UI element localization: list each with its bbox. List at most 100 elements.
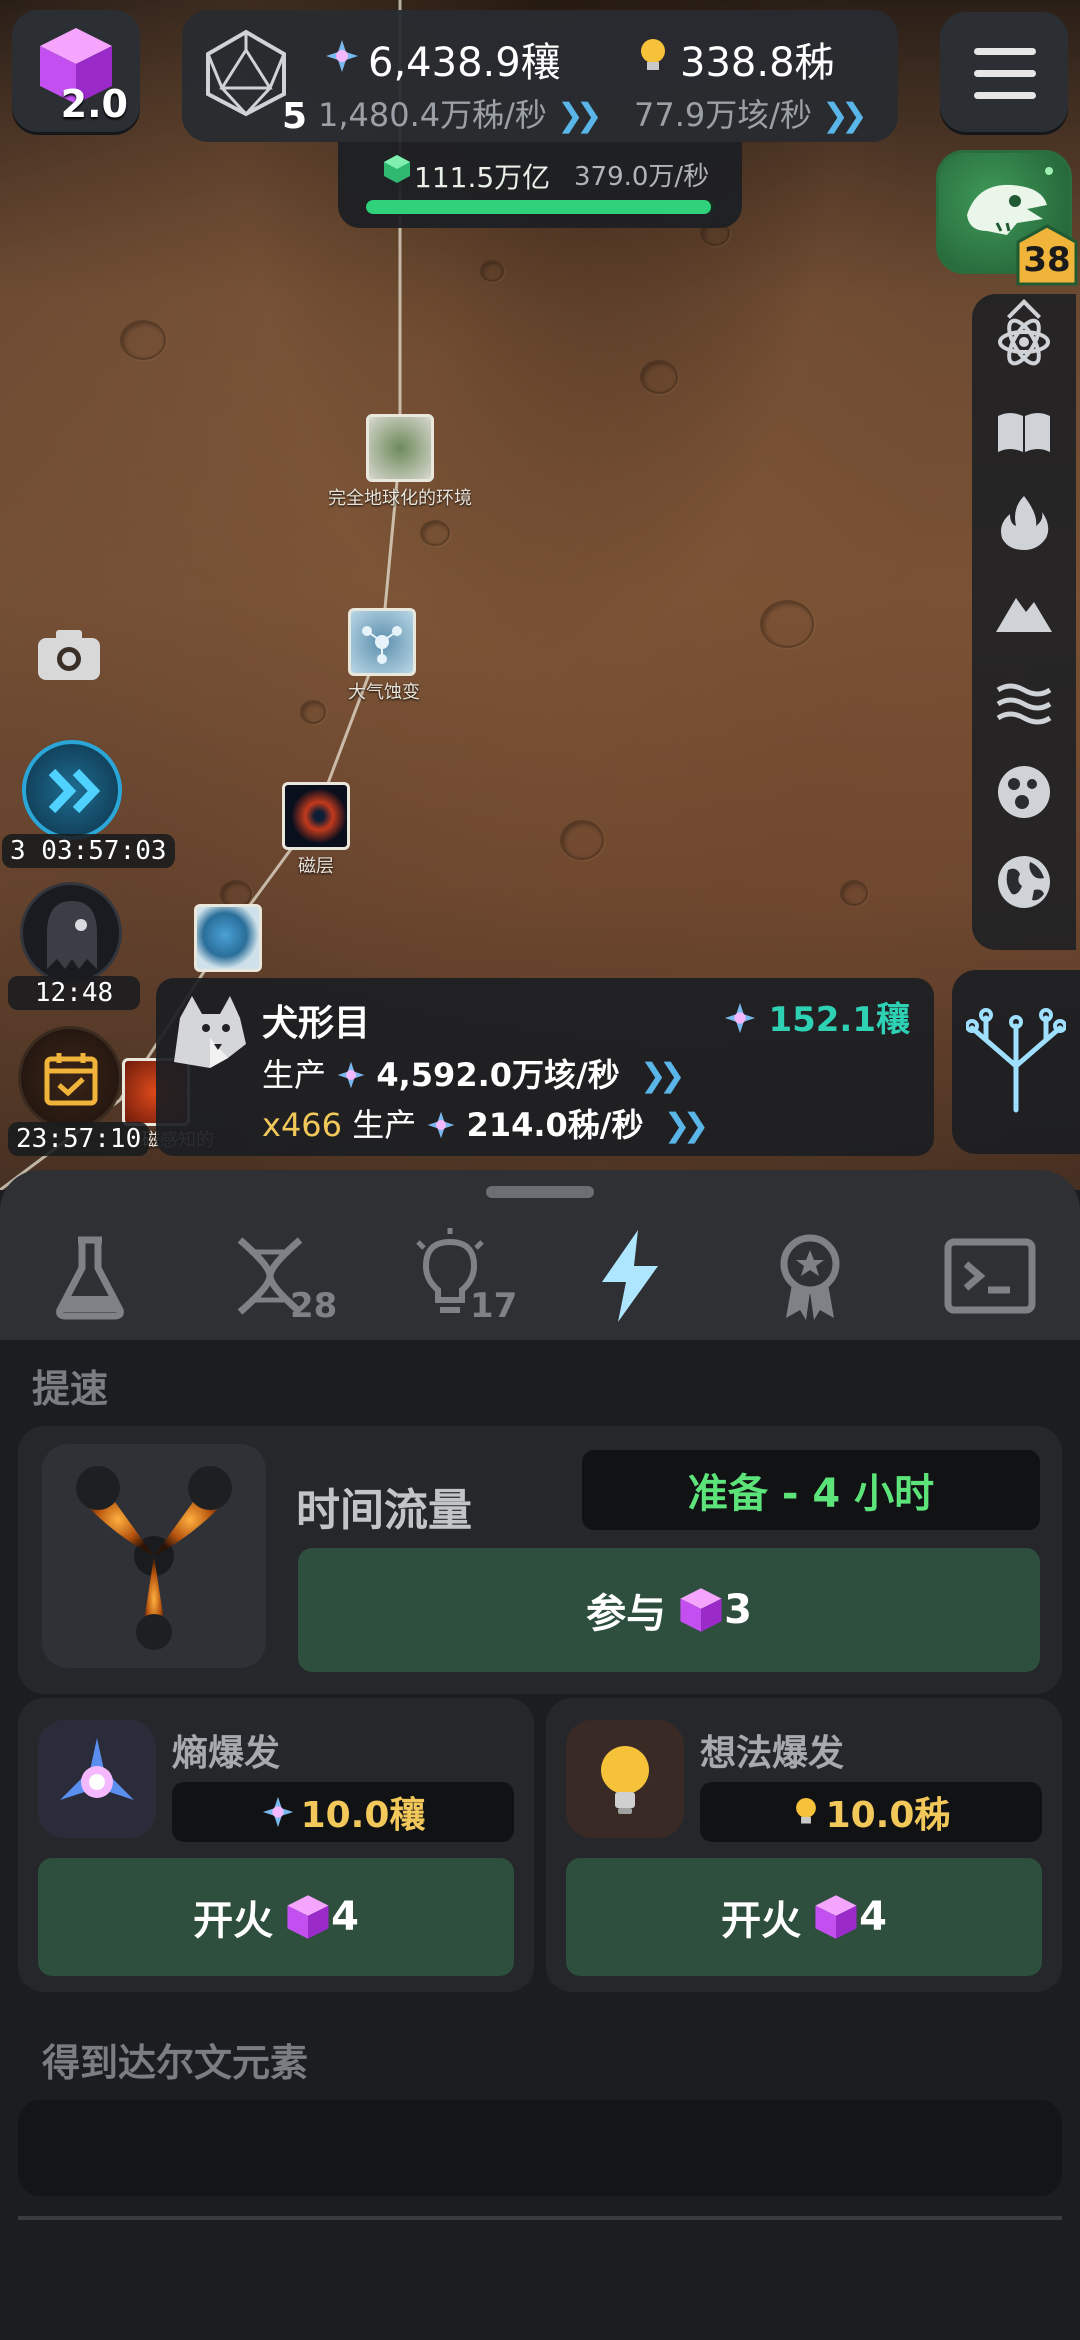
tech-node-earth[interactable]	[194, 904, 262, 972]
animal-multiplier-production: x466 生产 214.0秭/秒 ❯❯	[262, 1100, 710, 1146]
atom-icon[interactable]	[994, 312, 1054, 372]
book-icon[interactable]	[994, 402, 1054, 462]
entropy-burst-fire-button[interactable]: 开火 4	[38, 1858, 514, 1976]
chevron-double-icon: ❯❯	[822, 96, 868, 134]
entropy-total: 6,438.9穰	[368, 40, 561, 86]
fire-cost: 4	[331, 1894, 359, 1940]
fire-icon[interactable]	[994, 492, 1054, 552]
d20-count: 5	[282, 96, 308, 137]
animal-card[interactable]: 犬形目 152.1穰 生产 4,592.0万垓/秒 ❯❯ x466 生产 214…	[156, 978, 934, 1156]
fast-forward-button[interactable]	[22, 740, 122, 840]
animal-cost-value: 152.1穰	[768, 1000, 910, 1040]
entropy-icon	[326, 40, 358, 72]
hamburger-icon	[974, 70, 1036, 77]
idea-total: 338.8秭	[680, 40, 835, 86]
chevron-double-icon: ❯❯	[663, 1106, 710, 1144]
evolution-map[interactable]: 完全地球化的环境 大气蚀变 磁层 磁感知的 2.0 5 6,	[0, 0, 1080, 1190]
tech-node-label: 大气蚀变	[348, 682, 420, 703]
tab-console-terminal-icon[interactable]	[940, 1226, 1040, 1326]
animal-name: 犬形目	[262, 1003, 371, 1044]
waves-icon[interactable]	[994, 672, 1054, 732]
bottom-tab-bar: 28 17	[0, 1170, 1080, 1340]
calendar-check-icon	[44, 1053, 98, 1106]
animal-cost: 152.1穰	[723, 992, 910, 1041]
multiplier: x466	[262, 1106, 343, 1144]
chevron-double-icon: ❯❯	[556, 96, 603, 134]
dino-level: 38	[1023, 240, 1071, 280]
d20-dice-icon[interactable]	[204, 28, 288, 118]
produce2-label: 生产	[352, 1106, 417, 1144]
tech-node-atmosphere[interactable]	[348, 608, 416, 676]
progress-panel: 111.5万亿 379.0万/秒	[338, 142, 742, 228]
globe-icon[interactable]	[994, 852, 1054, 912]
gem-cube-icon	[815, 1895, 857, 1939]
entropy-rate: 1,480.4万秭/秒 ❯❯	[318, 90, 603, 136]
fire-label: 开火	[193, 1898, 274, 1944]
fast-forward-icon	[48, 768, 101, 814]
engage-label: 参与	[586, 1591, 667, 1637]
entropy-icon	[262, 1796, 293, 1828]
engage-cost: 3	[724, 1587, 752, 1633]
idea-burst-fire-button[interactable]: 开火 4	[566, 1858, 1042, 1976]
molecule-icon	[362, 626, 402, 664]
mountain-icon[interactable]	[994, 582, 1054, 642]
entropy-icon	[337, 1061, 365, 1089]
idea-burst-title: 想法爆发	[700, 1733, 845, 1774]
produce-label: 生产	[262, 1056, 327, 1094]
lightbulb-icon	[641, 39, 665, 70]
glow-dot	[1045, 167, 1053, 175]
idea-burst-amount-value: 10.0秭	[825, 1795, 951, 1836]
fire-label: 开火	[721, 1898, 802, 1944]
tab-achievements-medal-icon[interactable]	[760, 1226, 860, 1326]
hamburger-icon	[974, 92, 1036, 99]
hamburger-icon	[974, 48, 1036, 55]
entropy-icon	[428, 1111, 455, 1139]
fast-forward-timer: 3 03:57:03	[2, 834, 175, 868]
idea-rate-value: 77.9万垓/秒	[634, 96, 813, 134]
time-flow-status: 准备 - 4 小时	[582, 1450, 1040, 1530]
darwin-element-slot[interactable]	[18, 2100, 1062, 2196]
idea-burst-amount: 10.0秭	[700, 1782, 1042, 1842]
ghost-event-button[interactable]	[20, 882, 122, 984]
progress-bar	[366, 200, 714, 214]
time-flow-icon-box	[42, 1444, 266, 1668]
idea-burst-icon-box	[566, 1720, 684, 1838]
darwin-section-title: 得到达尔文元素	[42, 2041, 309, 2085]
produce2-value: 214.0秭/秒	[466, 1106, 644, 1144]
fire-cost: 4	[859, 1894, 887, 1940]
time-flow-icon	[76, 1466, 232, 1650]
tab-science-flask-icon[interactable]	[40, 1226, 140, 1326]
tab-boost-lightning-icon[interactable]	[580, 1226, 680, 1326]
tree-branch-icon	[966, 1008, 1066, 1113]
entropy-burst-title: 熵爆发	[172, 1733, 281, 1774]
divider	[18, 2216, 1062, 2220]
tech-node-label: 完全地球化的环境	[328, 488, 472, 509]
tab-ideas-count: 17	[470, 1286, 518, 1326]
resource-panel: 5 6,438.9穰 338.8秭 1,480.4万秭/秒 ❯❯ 77.9万垓/秒…	[182, 10, 898, 142]
ghost-icon	[47, 901, 97, 969]
time-flow-engage-button[interactable]: 参与 3	[298, 1548, 1040, 1672]
gem-cube-icon	[287, 1895, 329, 1939]
entropy-rate-value: 1,480.4万秭/秒	[318, 96, 547, 134]
cells-icon[interactable]	[994, 762, 1054, 822]
entropy-burst-icon	[60, 1738, 134, 1800]
category-rail	[972, 294, 1076, 950]
evolution-tree-button[interactable]	[952, 970, 1080, 1154]
gem-level-value: 2.0	[60, 82, 128, 126]
entropy-burst-card: 熵爆发 10.0穰 开火 4	[18, 1698, 534, 1992]
gem-level-button[interactable]: 2.0	[12, 10, 140, 132]
menu-button[interactable]	[940, 12, 1068, 132]
idea-rate: 77.9万垓/秒 ❯❯	[634, 90, 868, 136]
time-flow-title: 时间流量	[296, 1485, 472, 1536]
calendar-event-button[interactable]	[18, 1026, 122, 1130]
calendar-timer: 23:57:10	[8, 1122, 150, 1156]
dino-level-badge: 38	[1016, 224, 1078, 286]
tab-dna-count: 28	[290, 1286, 338, 1326]
drawer-handle[interactable]	[486, 1186, 594, 1198]
lightbulb-icon	[601, 1746, 649, 1814]
progress-bar-fill	[366, 200, 711, 214]
camera-icon[interactable]	[36, 626, 102, 682]
tech-node-magnetosphere[interactable]	[282, 782, 350, 850]
tech-node-terraformed[interactable]	[366, 414, 434, 482]
tech-node-label: 磁层	[298, 856, 334, 877]
